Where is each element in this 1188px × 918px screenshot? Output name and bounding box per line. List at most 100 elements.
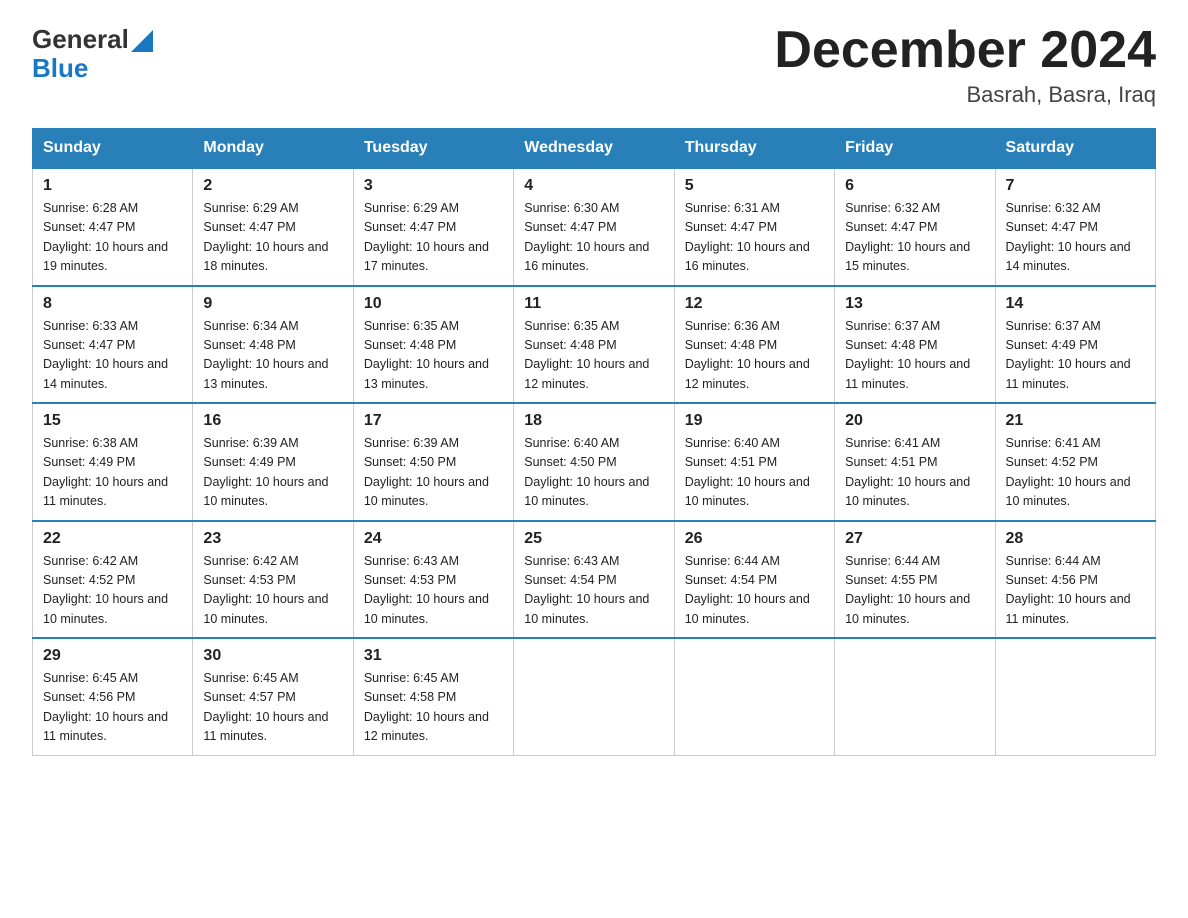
calendar-cell: 4 Sunrise: 6:30 AMSunset: 4:47 PMDaylight… bbox=[514, 168, 674, 286]
day-info: Sunrise: 6:38 AMSunset: 4:49 PMDaylight:… bbox=[43, 434, 182, 512]
calendar-week-row: 8 Sunrise: 6:33 AMSunset: 4:47 PMDaylight… bbox=[33, 286, 1156, 404]
day-info: Sunrise: 6:34 AMSunset: 4:48 PMDaylight:… bbox=[203, 317, 342, 395]
weekday-header-tuesday: Tuesday bbox=[353, 129, 513, 169]
day-number: 17 bbox=[364, 412, 503, 430]
weekday-header-row: SundayMondayTuesdayWednesdayThursdayFrid… bbox=[33, 129, 1156, 169]
calendar-cell: 23 Sunrise: 6:42 AMSunset: 4:53 PMDayligh… bbox=[193, 521, 353, 639]
day-number: 29 bbox=[43, 647, 182, 665]
day-number: 20 bbox=[845, 412, 984, 430]
day-number: 28 bbox=[1006, 530, 1145, 548]
day-info: Sunrise: 6:37 AMSunset: 4:49 PMDaylight:… bbox=[1006, 317, 1145, 395]
calendar-cell: 2 Sunrise: 6:29 AMSunset: 4:47 PMDaylight… bbox=[193, 168, 353, 286]
calendar-cell: 8 Sunrise: 6:33 AMSunset: 4:47 PMDaylight… bbox=[33, 286, 193, 404]
weekday-header-wednesday: Wednesday bbox=[514, 129, 674, 169]
calendar-cell: 28Sunrise: 6:44 AMSunset: 4:56 PMDayligh… bbox=[995, 521, 1155, 639]
day-info: Sunrise: 6:40 AMSunset: 4:51 PMDaylight:… bbox=[685, 434, 824, 512]
day-info: Sunrise: 6:45 AMSunset: 4:58 PMDaylight:… bbox=[364, 669, 503, 747]
day-info: Sunrise: 6:37 AMSunset: 4:48 PMDaylight:… bbox=[845, 317, 984, 395]
calendar-cell: 31 Sunrise: 6:45 AMSunset: 4:58 PMDayligh… bbox=[353, 638, 513, 755]
day-info: Sunrise: 6:32 AMSunset: 4:47 PMDaylight:… bbox=[1006, 199, 1145, 277]
day-number: 4 bbox=[524, 177, 663, 195]
calendar-cell: 22Sunrise: 6:42 AMSunset: 4:52 PMDayligh… bbox=[33, 521, 193, 639]
calendar-week-row: 29Sunrise: 6:45 AMSunset: 4:56 PMDayligh… bbox=[33, 638, 1156, 755]
calendar-cell bbox=[674, 638, 834, 755]
weekday-header-thursday: Thursday bbox=[674, 129, 834, 169]
calendar-table: SundayMondayTuesdayWednesdayThursdayFrid… bbox=[32, 128, 1156, 756]
calendar-cell: 5Sunrise: 6:31 AMSunset: 4:47 PMDaylight… bbox=[674, 168, 834, 286]
day-info: Sunrise: 6:40 AMSunset: 4:50 PMDaylight:… bbox=[524, 434, 663, 512]
page-header: General Blue December 2024 Basrah, Basra… bbox=[32, 24, 1156, 108]
day-info: Sunrise: 6:29 AMSunset: 4:47 PMDaylight:… bbox=[364, 199, 503, 277]
calendar-cell: 15 Sunrise: 6:38 AMSunset: 4:49 PMDayligh… bbox=[33, 403, 193, 521]
day-number: 9 bbox=[203, 295, 342, 313]
calendar-week-row: 15 Sunrise: 6:38 AMSunset: 4:49 PMDayligh… bbox=[33, 403, 1156, 521]
calendar-cell: 13 Sunrise: 6:37 AMSunset: 4:48 PMDayligh… bbox=[835, 286, 995, 404]
day-number: 15 bbox=[43, 412, 182, 430]
day-info: Sunrise: 6:32 AMSunset: 4:47 PMDaylight:… bbox=[845, 199, 984, 277]
day-number: 12 bbox=[685, 295, 824, 313]
day-number: 7 bbox=[1006, 177, 1145, 195]
calendar-cell: 17 Sunrise: 6:39 AMSunset: 4:50 PMDayligh… bbox=[353, 403, 513, 521]
day-info: Sunrise: 6:42 AMSunset: 4:52 PMDaylight:… bbox=[43, 552, 182, 630]
day-info: Sunrise: 6:39 AMSunset: 4:49 PMDaylight:… bbox=[203, 434, 342, 512]
calendar-cell bbox=[514, 638, 674, 755]
day-number: 30 bbox=[203, 647, 342, 665]
day-info: Sunrise: 6:28 AMSunset: 4:47 PMDaylight:… bbox=[43, 199, 182, 277]
day-info: Sunrise: 6:30 AMSunset: 4:47 PMDaylight:… bbox=[524, 199, 663, 277]
day-number: 2 bbox=[203, 177, 342, 195]
day-number: 24 bbox=[364, 530, 503, 548]
day-info: Sunrise: 6:31 AMSunset: 4:47 PMDaylight:… bbox=[685, 199, 824, 277]
calendar-cell: 21Sunrise: 6:41 AMSunset: 4:52 PMDayligh… bbox=[995, 403, 1155, 521]
calendar-cell: 25Sunrise: 6:43 AMSunset: 4:54 PMDayligh… bbox=[514, 521, 674, 639]
calendar-cell: 18 Sunrise: 6:40 AMSunset: 4:50 PMDayligh… bbox=[514, 403, 674, 521]
calendar-cell: 6Sunrise: 6:32 AMSunset: 4:47 PMDaylight… bbox=[835, 168, 995, 286]
calendar-cell: 14 Sunrise: 6:37 AMSunset: 4:49 PMDayligh… bbox=[995, 286, 1155, 404]
weekday-header-sunday: Sunday bbox=[33, 129, 193, 169]
day-info: Sunrise: 6:33 AMSunset: 4:47 PMDaylight:… bbox=[43, 317, 182, 395]
day-info: Sunrise: 6:41 AMSunset: 4:51 PMDaylight:… bbox=[845, 434, 984, 512]
calendar-cell: 16 Sunrise: 6:39 AMSunset: 4:49 PMDayligh… bbox=[193, 403, 353, 521]
day-number: 18 bbox=[524, 412, 663, 430]
weekday-header-saturday: Saturday bbox=[995, 129, 1155, 169]
calendar-cell: 12 Sunrise: 6:36 AMSunset: 4:48 PMDayligh… bbox=[674, 286, 834, 404]
day-number: 25 bbox=[524, 530, 663, 548]
day-number: 31 bbox=[364, 647, 503, 665]
day-info: Sunrise: 6:29 AMSunset: 4:47 PMDaylight:… bbox=[203, 199, 342, 277]
day-info: Sunrise: 6:35 AMSunset: 4:48 PMDaylight:… bbox=[524, 317, 663, 395]
day-number: 8 bbox=[43, 295, 182, 313]
day-info: Sunrise: 6:44 AMSunset: 4:54 PMDaylight:… bbox=[685, 552, 824, 630]
day-info: Sunrise: 6:36 AMSunset: 4:48 PMDaylight:… bbox=[685, 317, 824, 395]
logo-blue: Blue bbox=[32, 55, 88, 81]
day-info: Sunrise: 6:42 AMSunset: 4:53 PMDaylight:… bbox=[203, 552, 342, 630]
day-info: Sunrise: 6:35 AMSunset: 4:48 PMDaylight:… bbox=[364, 317, 503, 395]
day-number: 21 bbox=[1006, 412, 1145, 430]
day-info: Sunrise: 6:44 AMSunset: 4:55 PMDaylight:… bbox=[845, 552, 984, 630]
month-title: December 2024 bbox=[774, 24, 1156, 76]
calendar-cell: 26 Sunrise: 6:44 AMSunset: 4:54 PMDayligh… bbox=[674, 521, 834, 639]
day-number: 27 bbox=[845, 530, 984, 548]
logo-triangle-icon bbox=[131, 30, 153, 52]
day-number: 1 bbox=[43, 177, 182, 195]
day-number: 13 bbox=[845, 295, 984, 313]
day-number: 26 bbox=[685, 530, 824, 548]
calendar-week-row: 1 Sunrise: 6:28 AMSunset: 4:47 PMDaylight… bbox=[33, 168, 1156, 286]
day-number: 23 bbox=[203, 530, 342, 548]
calendar-cell: 24 Sunrise: 6:43 AMSunset: 4:53 PMDayligh… bbox=[353, 521, 513, 639]
day-number: 14 bbox=[1006, 295, 1145, 313]
calendar-week-row: 22Sunrise: 6:42 AMSunset: 4:52 PMDayligh… bbox=[33, 521, 1156, 639]
calendar-cell: 3Sunrise: 6:29 AMSunset: 4:47 PMDaylight… bbox=[353, 168, 513, 286]
calendar-cell: 20 Sunrise: 6:41 AMSunset: 4:51 PMDayligh… bbox=[835, 403, 995, 521]
location: Basrah, Basra, Iraq bbox=[774, 82, 1156, 108]
calendar-cell: 29Sunrise: 6:45 AMSunset: 4:56 PMDayligh… bbox=[33, 638, 193, 755]
logo: General Blue bbox=[32, 24, 153, 81]
calendar-cell: 30Sunrise: 6:45 AMSunset: 4:57 PMDayligh… bbox=[193, 638, 353, 755]
day-number: 19 bbox=[685, 412, 824, 430]
calendar-cell: 19 Sunrise: 6:40 AMSunset: 4:51 PMDayligh… bbox=[674, 403, 834, 521]
day-number: 16 bbox=[203, 412, 342, 430]
calendar-cell bbox=[995, 638, 1155, 755]
day-info: Sunrise: 6:43 AMSunset: 4:53 PMDaylight:… bbox=[364, 552, 503, 630]
weekday-header-friday: Friday bbox=[835, 129, 995, 169]
calendar-cell: 27 Sunrise: 6:44 AMSunset: 4:55 PMDayligh… bbox=[835, 521, 995, 639]
calendar-cell: 10Sunrise: 6:35 AMSunset: 4:48 PMDayligh… bbox=[353, 286, 513, 404]
day-info: Sunrise: 6:39 AMSunset: 4:50 PMDaylight:… bbox=[364, 434, 503, 512]
